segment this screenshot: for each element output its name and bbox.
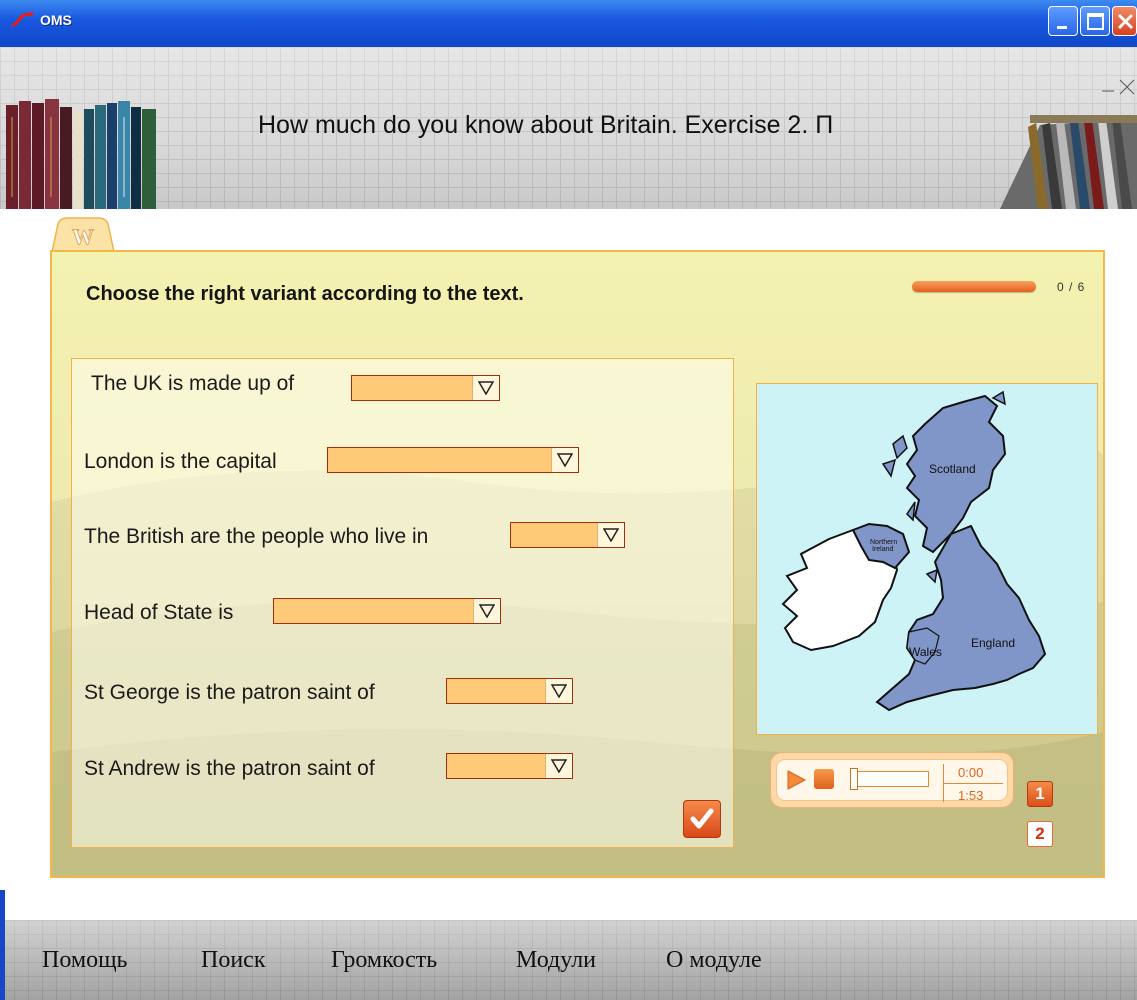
audio-progress-handle[interactable] [850, 768, 858, 790]
question-4-dropdown[interactable] [273, 598, 501, 624]
instruction-text: Choose the right variant according to th… [86, 283, 524, 305]
map-label-wales: Wales [909, 645, 942, 659]
question-3-dropdown[interactable] [510, 522, 625, 548]
play-icon[interactable] [785, 769, 807, 791]
stop-icon[interactable] [814, 769, 834, 789]
menu-help[interactable]: Помощь [42, 947, 128, 974]
total-time: 1:53 [958, 788, 984, 803]
dropdown-arrow-icon [478, 381, 494, 395]
checkmark-icon [690, 808, 714, 829]
question-2-text: London is the capital [84, 450, 277, 473]
audio-progress-track[interactable] [851, 771, 929, 787]
map-label-northern-ireland-line2: Ireland [872, 546, 894, 553]
dropdown-arrow-icon [603, 528, 619, 542]
page-1-button[interactable]: 1 [1027, 781, 1053, 807]
question-3-text: The British are the people who live in [84, 525, 429, 548]
menu-search[interactable]: Поиск [201, 947, 266, 974]
question-5-dropdown[interactable] [446, 678, 573, 704]
question-6-dropdown[interactable] [446, 753, 573, 779]
question-2-dropdown[interactable] [327, 447, 579, 473]
dropdown-arrow-icon [551, 684, 567, 698]
uk-map: Scotland Northern Ireland England Wales [756, 383, 1098, 735]
minimize-button[interactable] [1048, 6, 1078, 36]
question-5-text: St George is the patron saint of [84, 681, 375, 704]
oms-logo-icon [10, 12, 34, 27]
menu-modules[interactable]: Модули [516, 947, 596, 974]
question-6-text: St Andrew is the patron saint of [84, 757, 375, 780]
window-title: OMS [40, 12, 72, 28]
check-answers-button[interactable] [683, 800, 721, 838]
dropdown-arrow-icon [551, 759, 567, 773]
minimize-icon [1057, 26, 1067, 29]
question-1-text: The UK is made up of [91, 372, 295, 395]
dropdown-arrow-icon [557, 453, 573, 467]
svg-text:W: W [72, 224, 94, 249]
books-left-image [6, 99, 156, 209]
menu-volume[interactable]: Громкость [331, 947, 437, 974]
close-button[interactable] [1112, 6, 1137, 36]
books-right-image [1000, 115, 1137, 209]
header-title: How much do you know about Britain. Exer… [258, 111, 834, 139]
map-label-northern-ireland-line1: Northern [870, 539, 898, 546]
header-banner: How much do you know about Britain. Exer… [0, 47, 1137, 209]
progress-text: 0 / 6 [1057, 280, 1086, 294]
close-icon [1117, 13, 1134, 30]
question-1-dropdown[interactable] [351, 375, 500, 401]
current-time: 0:00 [958, 765, 984, 780]
menu-about-module[interactable]: О модуле [666, 947, 762, 974]
dropdown-arrow-icon [479, 604, 495, 618]
progress-bar [912, 281, 1036, 292]
question-4-text: Head of State is [84, 601, 234, 624]
map-label-england: England [971, 636, 1016, 650]
maximize-button[interactable] [1080, 6, 1110, 36]
w-tab-icon[interactable]: W [50, 216, 116, 252]
map-label-scotland: Scotland [929, 462, 976, 476]
maximize-icon [1087, 13, 1104, 30]
window-titlebar: OMS [0, 0, 1137, 47]
module-window-controls[interactable] [1090, 77, 1137, 97]
page-2-button[interactable]: 2 [1027, 821, 1053, 847]
british-isles-map [781, 390, 1047, 712]
